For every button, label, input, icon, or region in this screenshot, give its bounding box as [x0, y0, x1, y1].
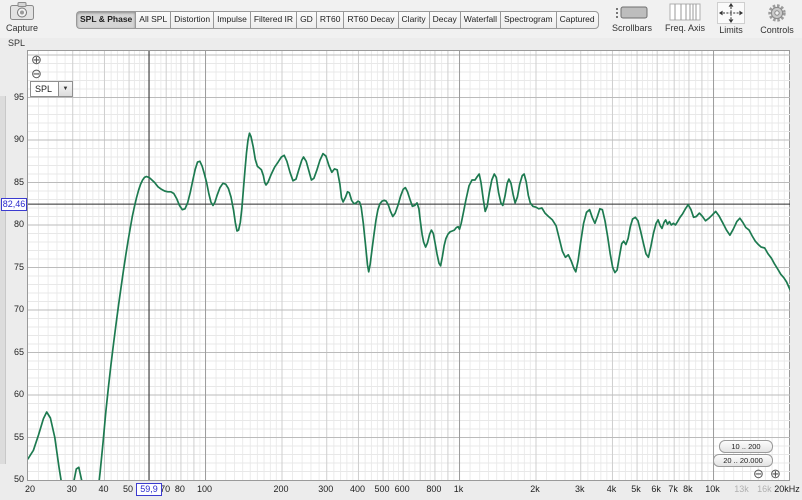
- scrollbars-icon: [615, 3, 649, 21]
- y-axis-tick-label: 55: [0, 432, 24, 442]
- x-axis-tick-label: 30: [55, 484, 89, 494]
- freq-axis-icon: [669, 3, 701, 21]
- tab-impulse[interactable]: Impulse: [213, 11, 250, 29]
- y-axis-tick-label: 90: [0, 134, 24, 144]
- tab-clarity[interactable]: Clarity: [398, 11, 429, 29]
- x-axis-tick-label: 100: [188, 484, 222, 494]
- tab-distortion[interactable]: Distortion: [170, 11, 213, 29]
- trace-selector-value: SPL: [31, 82, 58, 96]
- tab-rt60[interactable]: RT60: [316, 11, 344, 29]
- tab-spectrogram[interactable]: Spectrogram: [500, 11, 556, 29]
- x-axis-tick-label: 600: [385, 484, 419, 494]
- graph-tools: Scrollbars Freq. Axis: [602, 1, 800, 35]
- x-axis-tick-label: 300: [309, 484, 343, 494]
- freq-axis-label: Freq. Axis: [662, 23, 708, 33]
- x-axis-tick-label: 2k: [518, 484, 552, 494]
- x-zoom-in-button[interactable]: ⊕: [770, 467, 781, 480]
- trace-selector[interactable]: SPL ▼: [30, 81, 73, 97]
- y-axis-tick-label: 70: [0, 304, 24, 314]
- x-axis-tick-label: 20: [13, 484, 47, 494]
- x-axis-tick-label: 3k: [563, 484, 597, 494]
- x-zoom-out-button[interactable]: ⊖: [753, 467, 764, 480]
- limits-icon: [718, 3, 744, 23]
- scrollbars-label: Scrollbars: [602, 23, 662, 33]
- tab-filtered-ir[interactable]: Filtered IR: [250, 11, 296, 29]
- controls-label: Controls: [754, 25, 800, 35]
- left-edge-strip: [0, 96, 6, 464]
- spl-frequency-response-chart[interactable]: [28, 51, 790, 480]
- freq-axis-button[interactable]: Freq. Axis: [662, 1, 708, 35]
- toolbar: Capture SPL & PhaseAll SPLDistortionImpu…: [0, 0, 802, 38]
- cursor-freq-readout: 59,9: [136, 483, 162, 496]
- graph-tab-bar: SPL & PhaseAll SPLDistortionImpulseFilte…: [76, 11, 599, 29]
- tab-gd[interactable]: GD: [296, 11, 316, 29]
- camera-icon: [9, 1, 35, 22]
- y-axis-tick-label: 80: [0, 219, 24, 229]
- y-zoom-in-button[interactable]: ⊕: [31, 53, 42, 66]
- y-zoom-out-button[interactable]: ⊖: [31, 67, 42, 80]
- controls-button[interactable]: Controls: [754, 1, 800, 35]
- tab-decay[interactable]: Decay: [429, 11, 460, 29]
- spl-chart-plot[interactable]: [27, 50, 790, 481]
- y-axis-tick-label: 65: [0, 347, 24, 357]
- cursor-spl-readout: 82,46: [1, 198, 27, 211]
- y-axis-tick-label: 60: [0, 389, 24, 399]
- y-axis-tick-label: 50: [0, 474, 24, 484]
- rew-window: Capture SPL & PhaseAll SPLDistortionImpu…: [0, 0, 802, 500]
- capture-button[interactable]: Capture: [4, 1, 40, 37]
- freq-range-20-20000-button[interactable]: 20 .. 20.000: [713, 454, 773, 467]
- x-axis-tick-label: 200: [264, 484, 298, 494]
- freq-range-10-200-button[interactable]: 10 .. 200: [719, 440, 773, 453]
- limits-button[interactable]: Limits: [708, 1, 754, 35]
- controls-gear-icon: [766, 3, 788, 23]
- tab-spl-phase[interactable]: SPL & Phase: [76, 11, 135, 29]
- x-axis-tick-label: 20kHz: [770, 484, 802, 494]
- x-axis-tick-label: 1k: [442, 484, 476, 494]
- y-axis-tick-label: 75: [0, 262, 24, 272]
- tab-captured[interactable]: Captured: [556, 11, 599, 29]
- capture-button-label: Capture: [4, 23, 40, 33]
- chevron-down-icon[interactable]: ▼: [58, 82, 72, 96]
- y-axis-tick-label: 95: [0, 92, 24, 102]
- y-axis-tick-label: 85: [0, 177, 24, 187]
- panel-title: SPL: [8, 38, 25, 48]
- tab-all-spl[interactable]: All SPL: [135, 11, 170, 29]
- limits-label: Limits: [708, 25, 754, 35]
- tab-waterfall[interactable]: Waterfall: [460, 11, 500, 29]
- scrollbars-button[interactable]: Scrollbars: [602, 1, 662, 35]
- tab-rt60-decay[interactable]: RT60 Decay: [343, 11, 397, 29]
